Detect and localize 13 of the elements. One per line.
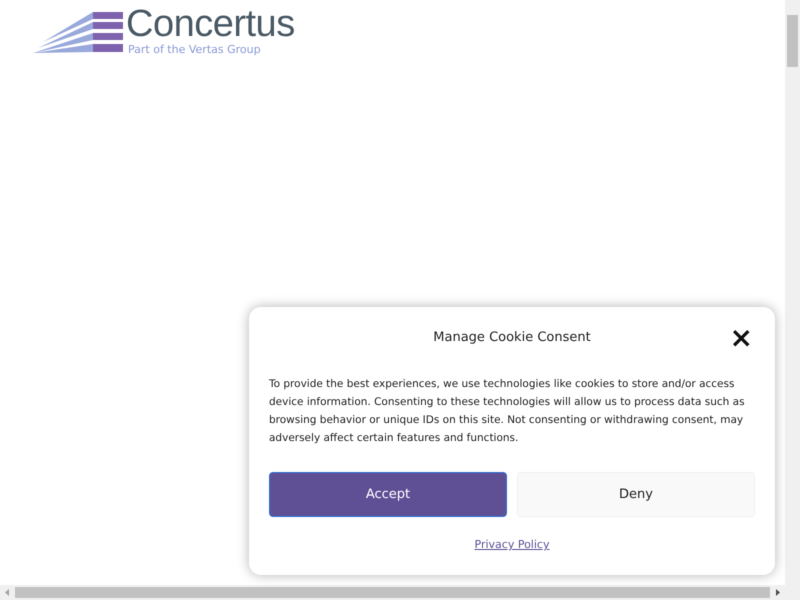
privacy-policy-link[interactable]: Privacy Policy [474, 537, 550, 554]
scrollbar-thumb[interactable] [787, 15, 798, 67]
logo-tagline: Part of the Vertas Group [128, 44, 262, 56]
dialog-title: Manage Cookie Consent [433, 329, 591, 348]
scrollbar-thumb[interactable] [15, 587, 770, 598]
close-button[interactable]: × [730, 325, 753, 351]
logo-stripes-icon [33, 12, 123, 54]
vertical-scrollbar[interactable] [785, 0, 800, 585]
logo-name: Concertus [126, 4, 295, 44]
accept-button[interactable]: Accept [269, 472, 507, 517]
deny-button[interactable]: Deny [517, 472, 755, 517]
horizontal-scrollbar[interactable] [0, 585, 800, 600]
consent-text: To provide the best experiences, we use technologies like cookies to store and/or access device information. Consenting to these technologies will allow us to process data such as browsing behavior or unique IDs on this site. Not consenting or withdrawing consent, may adversely affect certain features and functions. [269, 377, 746, 446]
